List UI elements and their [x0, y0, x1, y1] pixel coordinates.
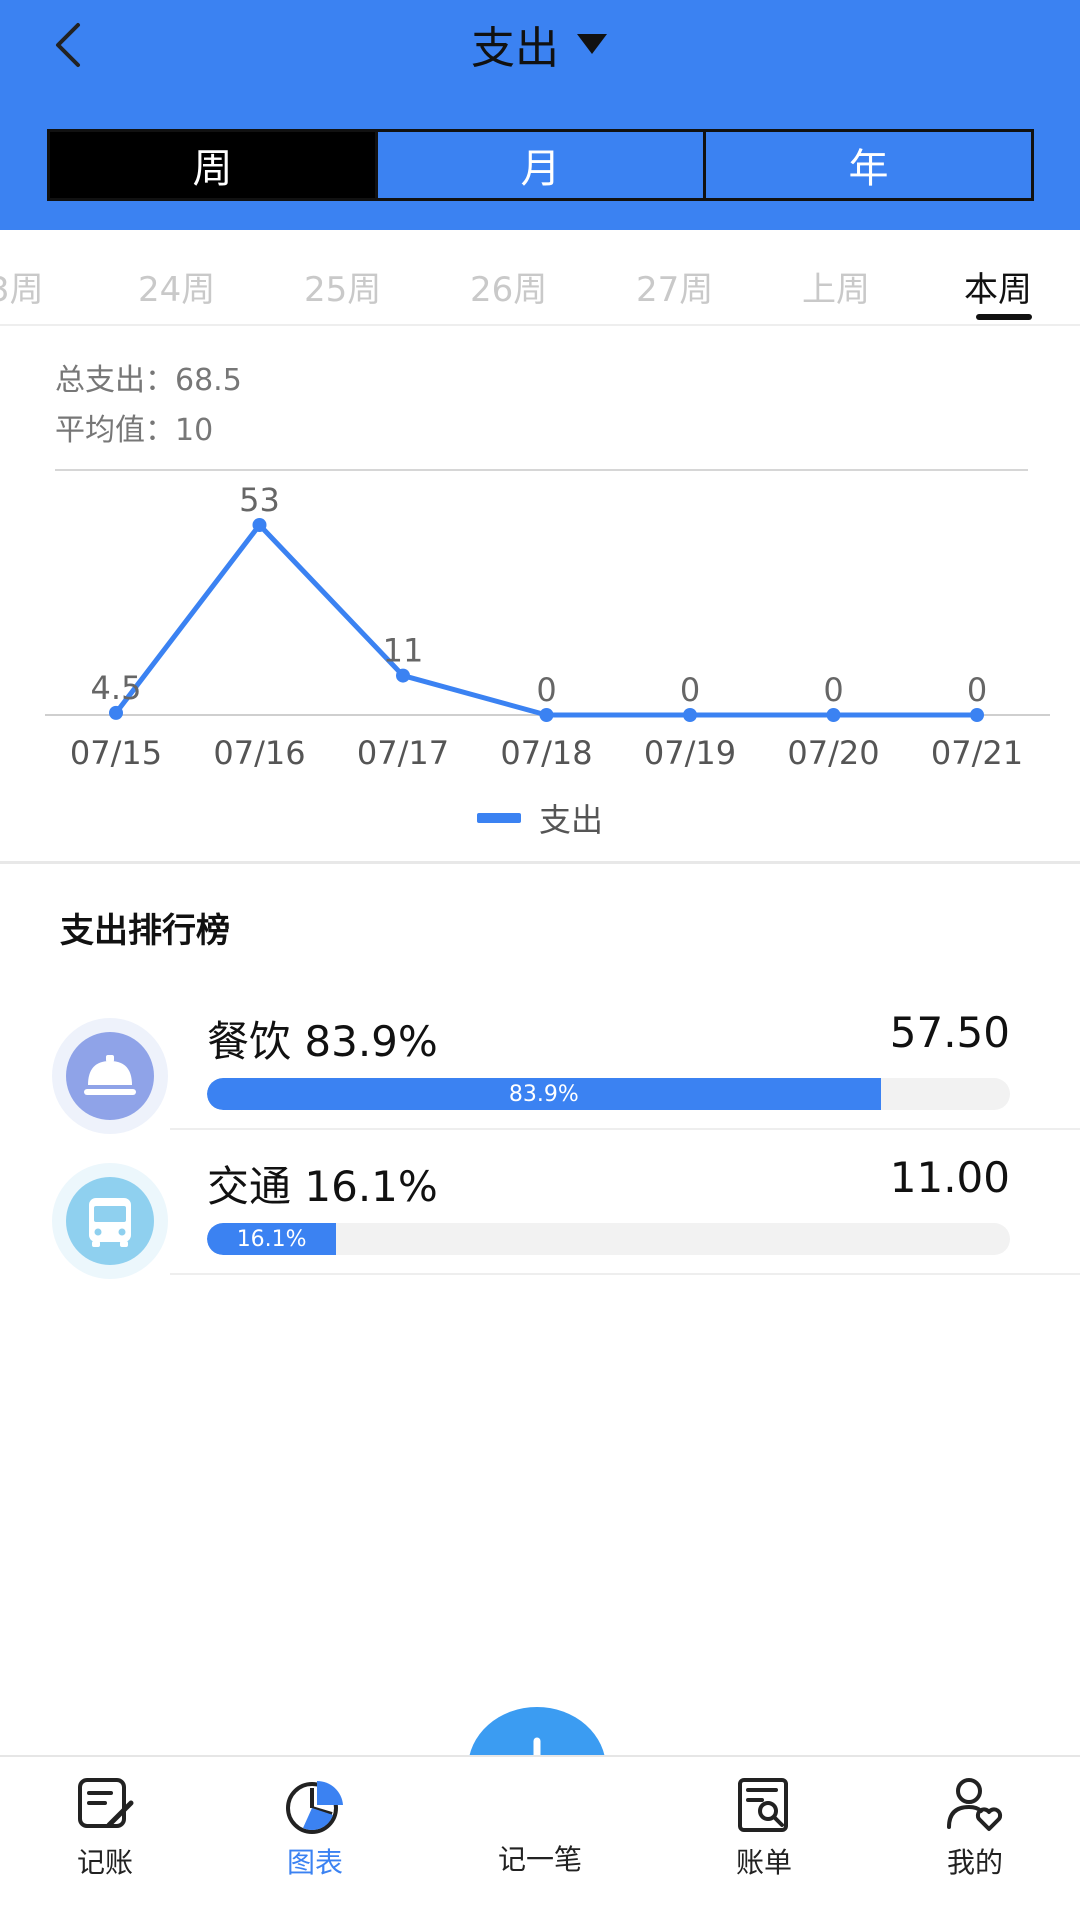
ranking-progress-fill: 16.1% — [207, 1223, 337, 1255]
week-tab[interactable]: 27周 — [636, 262, 713, 311]
data-point — [109, 705, 123, 720]
header: 支出 周 月 年 — [0, 0, 1080, 230]
segment-year[interactable]: 年 — [703, 132, 1031, 198]
week-selector: 3周 24周 25周 26周 27周 上周 本周 — [0, 230, 1080, 326]
data-point — [396, 668, 410, 683]
data-label: 0 — [823, 671, 843, 709]
data-label: 0 — [536, 671, 556, 709]
tab-charts[interactable]: 图表 — [245, 1775, 385, 1881]
ranking-item-name: 餐饮 83.9% — [207, 1017, 438, 1066]
data-point — [252, 518, 267, 532]
x-tick-label: 07/18 — [500, 734, 592, 772]
segment-week[interactable]: 周 — [50, 132, 375, 198]
ranking-item-amount: 57.50 — [889, 1008, 1010, 1057]
tab-label: 账单 — [735, 1846, 792, 1879]
legend-swatch — [476, 813, 521, 823]
bill-search-icon — [738, 1778, 788, 1832]
x-tick-label: 07/16 — [213, 734, 305, 772]
section-divider — [0, 861, 1080, 864]
week-tab[interactable]: 上周 — [802, 262, 870, 311]
average-label: 平均值： — [55, 413, 175, 448]
caret-down-icon — [577, 34, 607, 54]
add-record-label: 记一笔 — [497, 1843, 582, 1876]
total-value: 68.5 — [175, 363, 242, 398]
data-label: 0 — [680, 671, 700, 709]
data-point — [683, 708, 697, 722]
data-label: 4.5 — [91, 669, 142, 707]
x-tick-label: 07/19 — [644, 734, 736, 772]
data-label: 53 — [239, 481, 280, 519]
tab-label: 我的 — [946, 1846, 1003, 1879]
dining-icon-badge — [52, 1018, 168, 1134]
total-label: 总支出： — [55, 363, 175, 398]
ranking-progress-label: 83.9% — [508, 1081, 579, 1107]
page-title: 支出 — [471, 23, 559, 74]
ranking-progress-track: 83.9% — [207, 1078, 1010, 1110]
title-dropdown[interactable]: 支出 — [471, 12, 609, 76]
ranking-progress-fill: 83.9% — [207, 1078, 881, 1110]
ranking-item-name: 交通 16.1% — [207, 1162, 438, 1211]
legend-label: 支出 — [538, 801, 603, 839]
ranking-progress-track: 16.1% — [207, 1223, 1010, 1255]
ranking-item-dining[interactable]: 餐饮 83.9% 57.50 83.9% — [0, 1000, 1080, 1145]
row-divider — [170, 1273, 1080, 1275]
expense-line-chart: 4.5 07/15 53 07/16 11 07/17 0 07/18 0 07/19 0 07/20… — [45, 469, 1050, 772]
total-expense: 总支出：68.5 — [55, 355, 242, 399]
x-tick-label: 07/15 — [70, 734, 162, 772]
transport-icon-badge — [52, 1163, 168, 1279]
average-expense: 平均值：10 — [55, 405, 213, 449]
bus-icon — [66, 1177, 154, 1265]
x-tick-label: 07/17 — [357, 734, 449, 772]
notebook-pen-icon — [78, 1778, 134, 1828]
data-point — [539, 708, 554, 722]
week-tab[interactable]: 24周 — [138, 262, 215, 311]
average-value: 10 — [175, 413, 214, 448]
data-point — [826, 708, 841, 722]
tab-label: 图表 — [286, 1846, 343, 1879]
tab-label: 记账 — [76, 1846, 133, 1879]
ranking-item-amount: 11.00 — [889, 1153, 1010, 1202]
user-heart-icon — [947, 1778, 1003, 1831]
week-tab-current[interactable]: 本周 — [964, 262, 1032, 311]
tab-bookkeeping[interactable]: 记账 — [35, 1775, 175, 1881]
week-tab[interactable]: 25周 — [304, 262, 381, 311]
period-segmented-control: 周 月 年 — [47, 129, 1034, 201]
week-active-indicator — [976, 314, 1032, 320]
pie-chart-icon — [286, 1780, 343, 1834]
tab-profile[interactable]: 我的 — [905, 1775, 1045, 1881]
ranking-item-transport[interactable]: 交通 16.1% 11.00 16.1% — [0, 1145, 1080, 1290]
x-tick-label: 07/21 — [931, 734, 1023, 772]
tab-bills[interactable]: 账单 — [694, 1775, 834, 1881]
segment-month[interactable]: 月 — [375, 132, 703, 198]
data-label: 11 — [383, 632, 424, 670]
row-divider — [170, 1128, 1080, 1130]
data-point — [970, 708, 984, 722]
chart-legend: 支出 — [0, 795, 1080, 841]
dining-bell-icon — [66, 1032, 154, 1120]
ranking-title: 支出排行榜 — [60, 911, 230, 951]
data-label: 0 — [967, 671, 987, 709]
x-tick-label: 07/20 — [787, 734, 879, 772]
week-tab[interactable]: 26周 — [470, 262, 547, 311]
week-tab[interactable]: 3周 — [0, 262, 44, 311]
ranking-progress-label: 16.1% — [236, 1226, 307, 1252]
